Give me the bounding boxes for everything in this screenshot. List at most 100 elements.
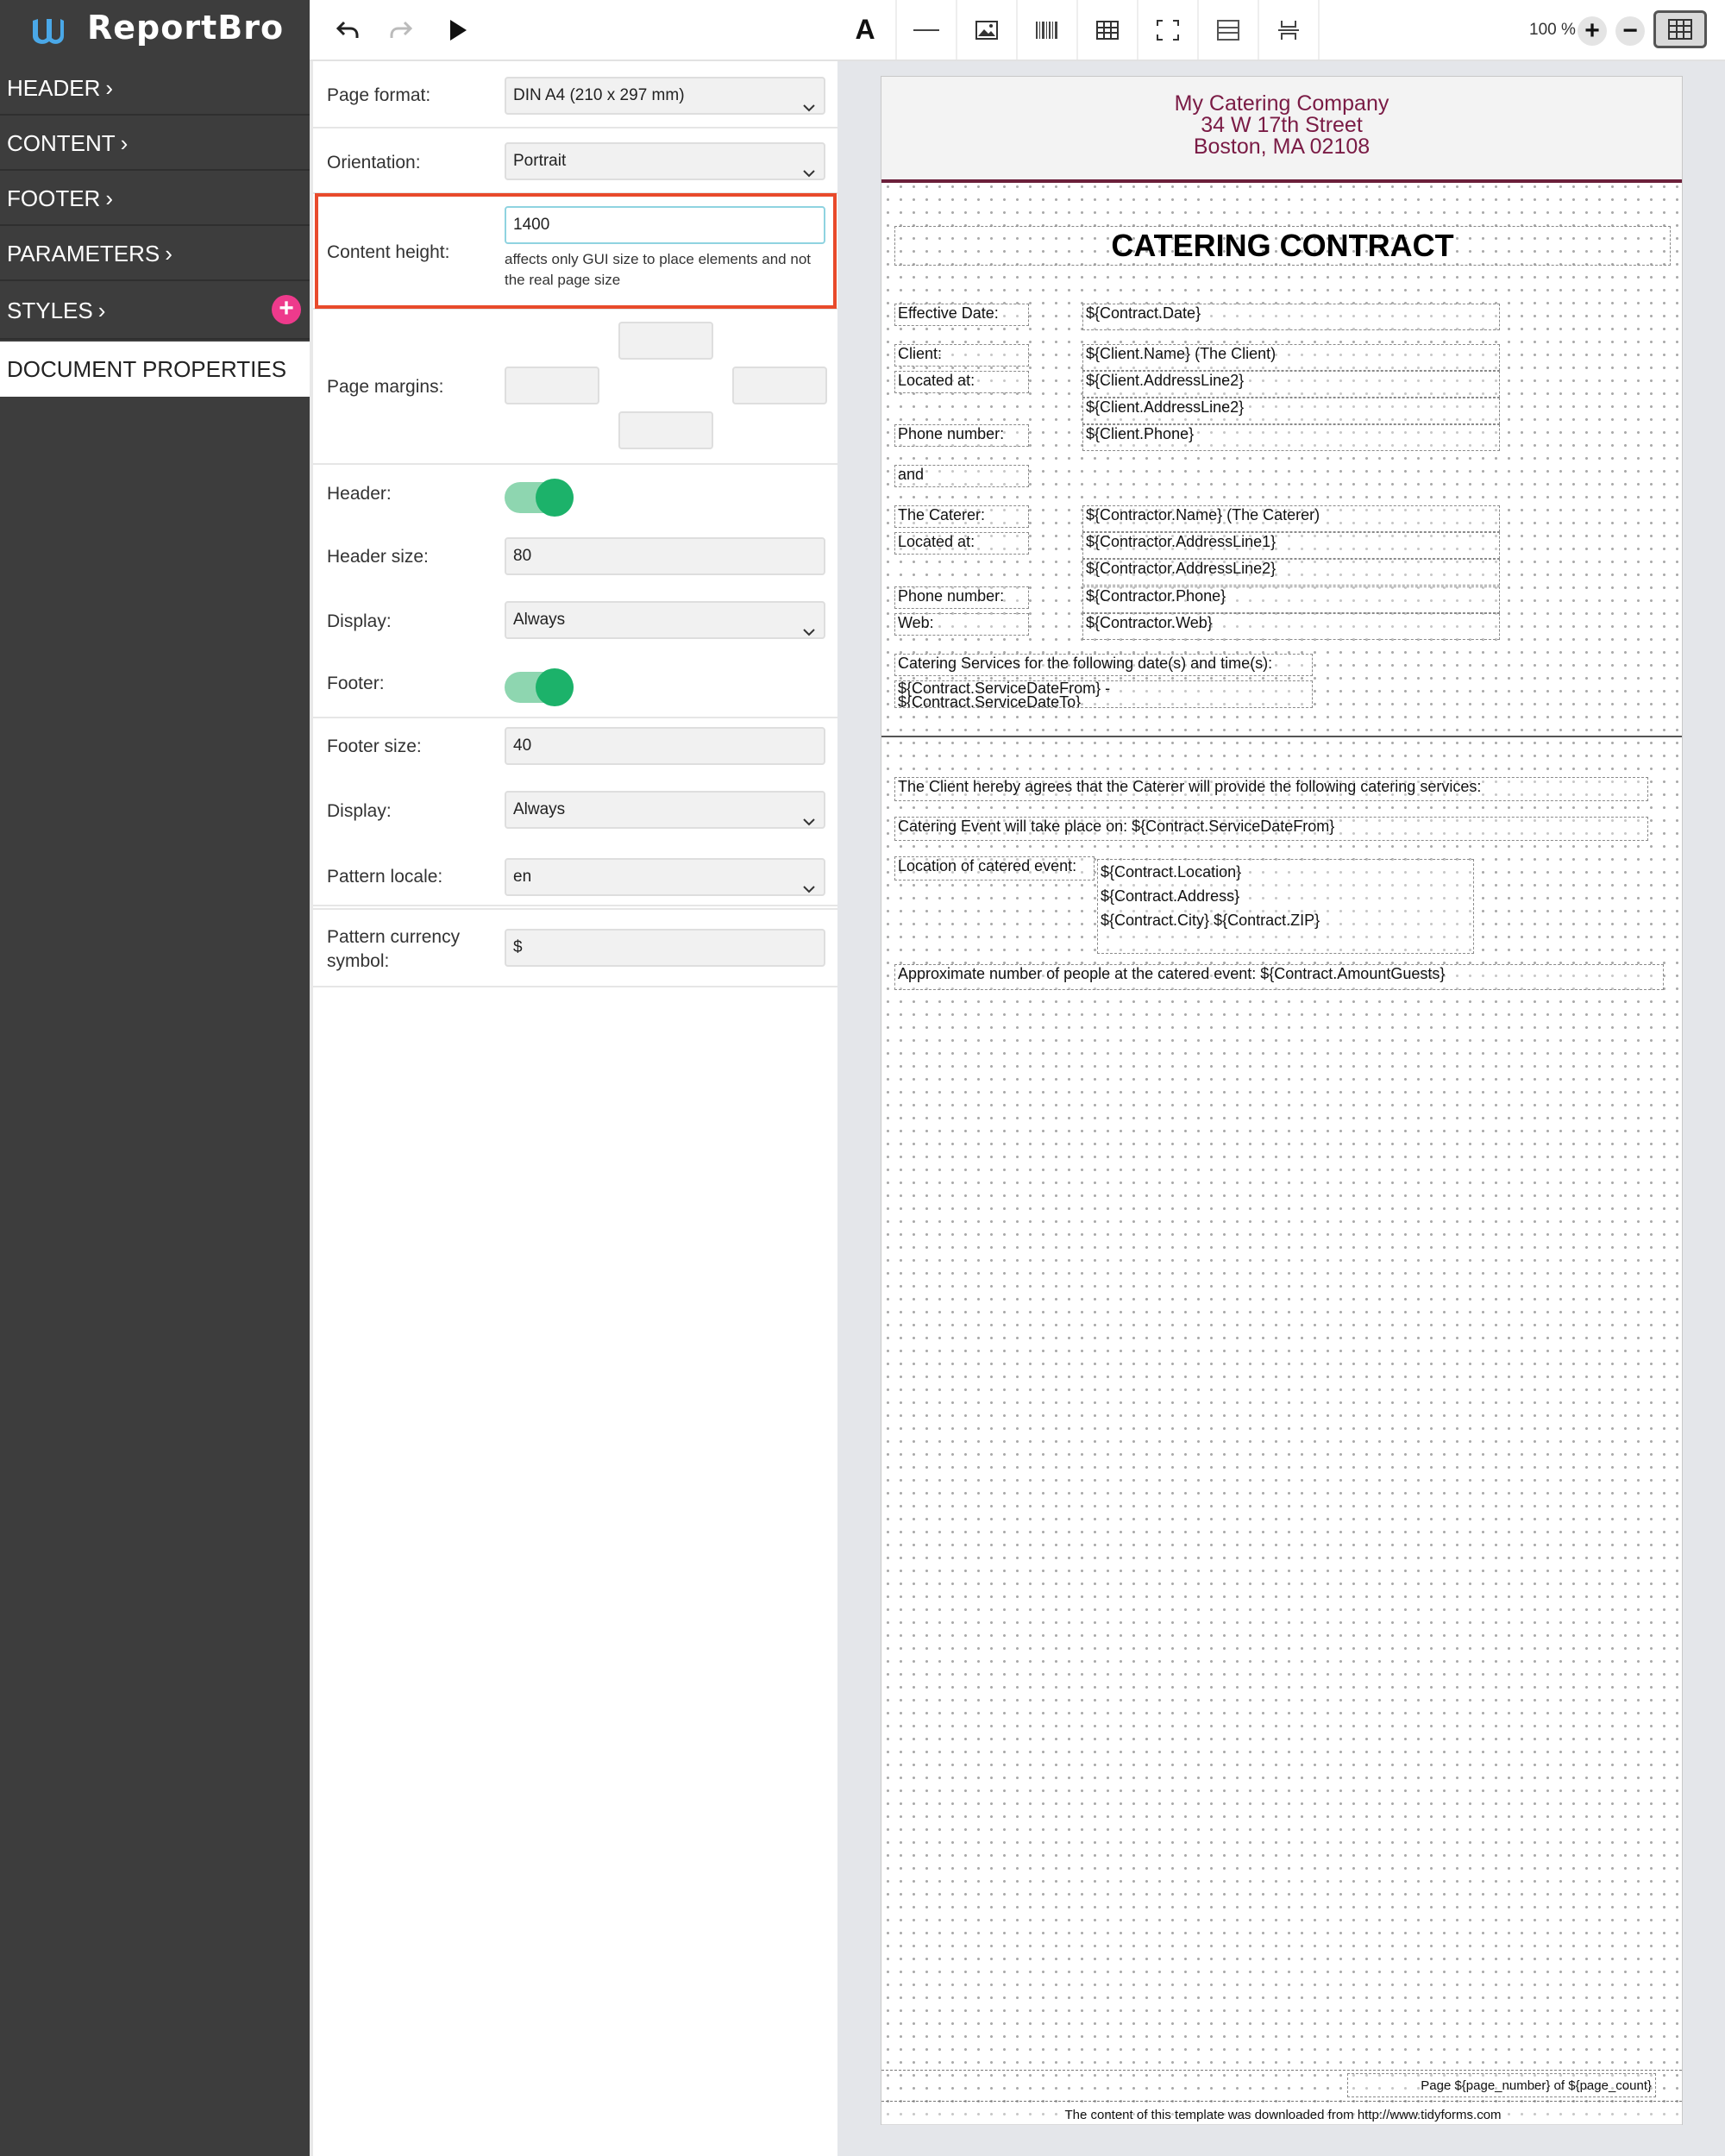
client-address1-field[interactable]: ${Client.AddressLine2} — [1082, 371, 1500, 398]
redo-icon[interactable] — [380, 0, 423, 60]
contractor-address2-field[interactable]: ${Contractor.AddressLine2} — [1082, 559, 1500, 586]
agreement-text[interactable]: The Client hereby agrees that the Catere… — [894, 777, 1648, 801]
toolbar-divider — [1318, 0, 1320, 60]
zoom-in-button[interactable]: + — [1578, 16, 1607, 46]
sidebar-item-label: HEADER — [7, 75, 101, 101]
chevron-down-icon — [803, 615, 815, 649]
page-format-row: Page format: DIN A4 (210 x 297 mm) — [313, 61, 837, 128]
company-name[interactable]: My Catering Company — [881, 93, 1682, 115]
page-number-field[interactable]: Page ${page_number} of ${page_count} — [1347, 2073, 1656, 2097]
web-label[interactable]: Web: — [894, 613, 1029, 636]
header-content-separator — [881, 736, 1682, 737]
margin-top-input[interactable] — [618, 322, 713, 360]
and-label[interactable]: and — [894, 465, 1029, 487]
add-style-plus-icon[interactable]: + — [272, 295, 301, 324]
caterer-phone-label[interactable]: Phone number: — [894, 586, 1029, 609]
sidebar-item-label: FOOTER — [7, 185, 101, 211]
guests-text[interactable]: Approximate number of people at the cate… — [894, 964, 1664, 990]
chevron-down-icon — [803, 872, 815, 906]
grid-toggle-icon[interactable] — [1653, 10, 1707, 48]
content-height-label: Content height: — [327, 242, 450, 262]
pattern-locale-select[interactable]: en — [505, 858, 825, 896]
client-name-field[interactable]: ${Client.Name} (The Client) — [1082, 344, 1500, 371]
margin-left-input[interactable] — [505, 367, 599, 404]
footer-size-label: Footer size: — [327, 736, 422, 756]
text-icon[interactable]: A — [835, 0, 895, 60]
client-phone-label[interactable]: Phone number: — [894, 424, 1029, 447]
contractor-name-field[interactable]: ${Contractor.Name} (The Caterer) — [1082, 505, 1500, 532]
effective-date-label[interactable]: Effective Date: — [894, 304, 1029, 326]
caterer-located-label[interactable]: Located at: — [894, 532, 1029, 555]
pattern-currency-input[interactable]: $ — [505, 929, 825, 967]
services-label[interactable]: Catering Services for the following date… — [894, 654, 1313, 676]
content-height-row: Content height: 1400 affects only GUI si… — [313, 194, 837, 310]
sidebar-item-parameters[interactable]: PARAMETERS › — [0, 226, 310, 281]
service-dates-field[interactable]: ${Contract.ServiceDateFrom} - ${Contract… — [894, 680, 1313, 708]
barcode-icon[interactable] — [1018, 0, 1076, 60]
zoom-out-button[interactable]: − — [1615, 16, 1645, 46]
margin-bottom-input[interactable] — [618, 411, 713, 449]
sidebar-item-styles[interactable]: STYLES › + — [0, 281, 310, 340]
page-format-select[interactable]: DIN A4 (210 x 297 mm) — [505, 77, 825, 115]
reportbro-logo-icon — [31, 14, 66, 49]
sidebar-item-label: PARAMETERS — [7, 241, 160, 266]
service-dates-line: ${Contract.ServiceDateTo} — [898, 693, 1082, 708]
sidebar-item-label: DOCUMENT PROPERTIES — [7, 356, 287, 382]
footer-top-rule — [881, 2070, 1682, 2071]
source-credit[interactable]: The content of this template was downloa… — [881, 2106, 1682, 2125]
location-field[interactable]: ${Contract.Location} ${Contract.Address}… — [1097, 859, 1474, 954]
company-city[interactable]: Boston, MA 02108 — [881, 136, 1682, 158]
header-divider — [313, 465, 837, 467]
contract-title[interactable]: CATERING CONTRACT — [894, 226, 1671, 266]
client-phone-field[interactable]: ${Client.Phone} — [1082, 424, 1500, 451]
sidebar-item-content[interactable]: CONTENT › — [0, 116, 310, 171]
section-icon[interactable] — [1199, 0, 1258, 60]
header-display-value: Always — [513, 611, 566, 629]
orientation-select[interactable]: Portrait — [505, 142, 825, 180]
footer-display-select[interactable]: Always — [505, 791, 825, 829]
pattern-locale-value: en — [513, 868, 532, 886]
contract-date-field[interactable]: ${Contract.Date} — [1082, 304, 1500, 330]
line-icon[interactable] — [897, 0, 956, 60]
image-icon[interactable] — [957, 0, 1016, 60]
undo-icon[interactable] — [326, 0, 369, 60]
pattern-locale-row: Pattern locale: en — [313, 844, 837, 910]
event-date-text[interactable]: Catering Event will take place on: ${Con… — [894, 817, 1648, 841]
page-margins-row: Page margins: — [313, 310, 837, 465]
margin-right-input[interactable] — [732, 367, 827, 404]
company-street[interactable]: 34 W 17th Street — [881, 115, 1682, 136]
contractor-web-field[interactable]: ${Contractor.Web} — [1082, 613, 1500, 640]
header-display-select[interactable]: Always — [505, 601, 825, 639]
contractor-address1-field[interactable]: ${Contractor.AddressLine1} — [1082, 532, 1500, 559]
location-label[interactable]: Location of catered event: — [894, 856, 1095, 881]
location-line: ${Contract.Location} — [1101, 863, 1242, 881]
page-format-label: Page format: — [327, 85, 431, 105]
table-icon[interactable] — [1078, 0, 1137, 60]
page-header-rule — [881, 179, 1682, 183]
sidebar-item-label: CONTENT — [7, 130, 116, 156]
client-located-label[interactable]: Located at: — [894, 371, 1029, 393]
chevron-right-icon: › — [165, 241, 172, 266]
chevron-right-icon: › — [105, 185, 114, 211]
header-size-input[interactable]: 80 — [505, 537, 825, 575]
toggle-knob — [536, 668, 574, 706]
footer-toggle[interactable] — [505, 668, 574, 706]
header-toggle[interactable] — [505, 479, 574, 517]
location-line: ${Contract.Address} — [1101, 887, 1240, 905]
caterer-label[interactable]: The Caterer: — [894, 505, 1029, 528]
sidebar-item-header[interactable]: HEADER › — [0, 60, 310, 116]
sidebar-item-footer[interactable]: FOOTER › — [0, 171, 310, 226]
client-label[interactable]: Client: — [894, 344, 1029, 367]
chevron-down-icon — [803, 156, 815, 191]
content-height-input[interactable]: 1400 — [505, 206, 825, 244]
play-icon[interactable] — [436, 0, 480, 60]
page-break-icon[interactable] — [1259, 0, 1318, 60]
orientation-row: Orientation: Portrait — [313, 128, 837, 194]
footer-size-input[interactable]: 40 — [505, 727, 825, 765]
sidebar-item-document-properties[interactable]: DOCUMENT PROPERTIES — [0, 342, 310, 397]
contractor-phone-field[interactable]: ${Contractor.Phone} — [1082, 586, 1500, 613]
frame-icon[interactable] — [1138, 0, 1197, 60]
client-address2-field[interactable]: ${Client.AddressLine2} — [1082, 398, 1500, 424]
footer-display-value: Always — [513, 800, 566, 818]
chevron-down-icon — [803, 91, 815, 125]
